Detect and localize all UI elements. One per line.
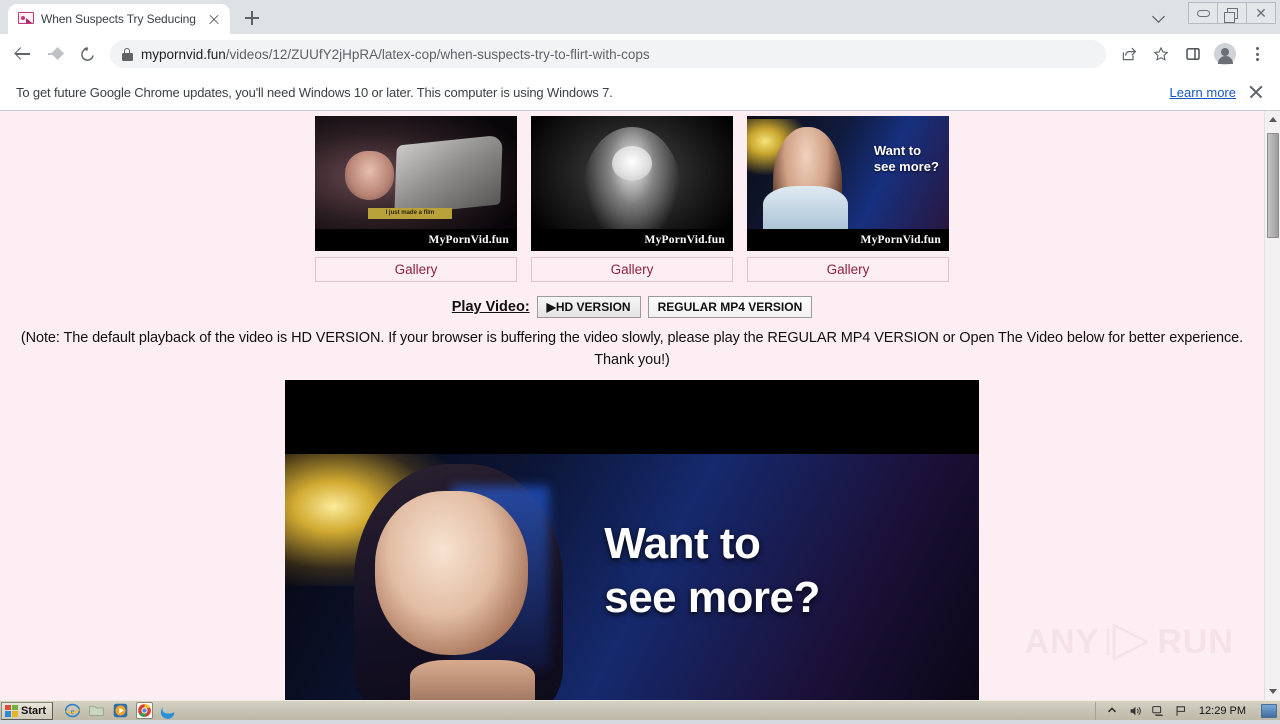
learn-more-link[interactable]: Learn more xyxy=(1170,85,1236,100)
play-triangle-icon xyxy=(1105,622,1151,662)
browser-toolbar: mypornvid.fun/videos/12/ZUUfY2jHpRA/late… xyxy=(0,34,1280,74)
lock-icon xyxy=(122,48,133,61)
page-viewport: I just made a film MyPornVid.fun Gallery… xyxy=(0,111,1280,700)
media-player-icon[interactable] xyxy=(112,702,129,719)
flag-icon[interactable] xyxy=(1174,704,1188,718)
google-chrome-icon[interactable] xyxy=(136,702,153,719)
svg-text:e: e xyxy=(71,706,75,716)
avatar-icon[interactable] xyxy=(1210,39,1240,69)
thumbnail-gallery: I just made a film MyPornVid.fun Gallery… xyxy=(0,111,1264,282)
watermark-text: MyPornVid.fun xyxy=(861,234,941,246)
chevron-up-icon[interactable] xyxy=(1105,704,1119,718)
browser-window: When Suspects Try Seducing Police ( ✕ my… xyxy=(0,0,1280,700)
thumbnail-item: MyPornVid.fun Gallery xyxy=(531,116,733,282)
play-video-row: Play Video: ▶HD VERSION REGULAR MP4 VERS… xyxy=(0,296,1264,318)
overlay-line-1: Want to xyxy=(874,143,921,158)
page-scrollbar[interactable] xyxy=(1264,111,1280,700)
notification-message: To get future Google Chrome updates, you… xyxy=(16,85,1160,100)
hd-version-button[interactable]: ▶HD VERSION xyxy=(537,296,641,318)
windows-logo-icon xyxy=(5,705,18,717)
video-thumb-icon xyxy=(18,11,34,27)
system-tray: 12:29 PM xyxy=(1095,702,1280,720)
scroll-up-arrow-icon[interactable] xyxy=(1265,111,1280,128)
window-controls: ✕ xyxy=(1189,2,1276,24)
address-bar[interactable]: mypornvid.fun/videos/12/ZUUfY2jHpRA/late… xyxy=(110,40,1106,68)
page-content: I just made a film MyPornVid.fun Gallery… xyxy=(0,111,1264,700)
thumbnail-item: Want tosee more? MyPornVid.fun Gallery xyxy=(747,116,949,282)
plus-icon[interactable] xyxy=(238,4,266,32)
speaker-icon[interactable] xyxy=(1128,704,1142,718)
letterbox-bar xyxy=(285,380,979,454)
thumb-watermark-bar: MyPornVid.fun xyxy=(747,229,949,251)
scroll-down-arrow-icon[interactable] xyxy=(1265,683,1280,700)
windows-explorer-icon[interactable] xyxy=(88,702,105,719)
url-text: mypornvid.fun/videos/12/ZUUfY2jHpRA/late… xyxy=(141,47,650,62)
anyrun-watermark: ANY RUN xyxy=(1025,622,1234,662)
player-overlay-line-2: see more? xyxy=(604,573,820,622)
gallery-button[interactable]: Gallery xyxy=(747,257,949,282)
browser-tab[interactable]: When Suspects Try Seducing Police ( xyxy=(8,4,230,34)
restore-icon[interactable] xyxy=(1217,2,1247,24)
url-path: /videos/12/ZUUfY2jHpRA/latex-cop/when-su… xyxy=(226,47,650,62)
thumb-watermark-bar: MyPornVid.fun xyxy=(315,229,517,251)
internet-explorer-icon[interactable]: e xyxy=(64,702,81,719)
start-label: Start xyxy=(21,705,46,717)
overlay-line-2: see more? xyxy=(874,159,939,174)
scrollbar-thumb[interactable] xyxy=(1267,133,1279,238)
thumbnail-image[interactable]: MyPornVid.fun xyxy=(531,116,733,251)
watermark-text: MyPornVid.fun xyxy=(429,234,509,246)
playback-note: (Note: The default playback of the video… xyxy=(12,327,1252,372)
thumbnail-image[interactable]: Want tosee more? MyPornVid.fun xyxy=(747,116,949,251)
minimize-icon[interactable] xyxy=(1188,2,1218,24)
url-domain: mypornvid.fun xyxy=(141,47,226,62)
thumbnail-item: I just made a film MyPornVid.fun Gallery xyxy=(315,116,517,282)
thumb-caption: I just made a film xyxy=(368,208,453,219)
player-overlay-line-1: Want to xyxy=(604,519,760,568)
video-player[interactable]: Want to see more? xyxy=(285,380,979,700)
taskbar-clock[interactable]: 12:29 PM xyxy=(1199,705,1246,717)
regular-mp4-version-button[interactable]: REGULAR MP4 VERSION xyxy=(648,296,813,318)
gallery-button[interactable]: Gallery xyxy=(315,257,517,282)
close-icon[interactable]: ✕ xyxy=(1246,2,1276,24)
tab-strip: When Suspects Try Seducing Police ( ✕ xyxy=(0,0,1280,34)
watermark-right-text: RUN xyxy=(1157,623,1234,662)
quick-launch-bar: e xyxy=(64,702,177,719)
close-icon[interactable] xyxy=(206,11,222,27)
side-panel-icon[interactable] xyxy=(1178,39,1208,69)
windows-taskbar: Start e 12:29 PM xyxy=(0,700,1280,720)
watermark-left-text: ANY xyxy=(1025,623,1100,662)
reload-icon[interactable] xyxy=(72,39,102,69)
play-video-label: Play Video: xyxy=(452,299,530,315)
watermark-text: MyPornVid.fun xyxy=(645,234,725,246)
video-frame: Want to see more? xyxy=(285,454,979,700)
back-arrow-icon[interactable] xyxy=(8,39,38,69)
thumb-watermark-bar: MyPornVid.fun xyxy=(531,229,733,251)
update-notification-bar: To get future Google Chrome updates, you… xyxy=(0,74,1280,111)
start-button[interactable]: Start xyxy=(1,702,53,720)
star-icon[interactable] xyxy=(1146,39,1176,69)
microsoft-edge-icon[interactable] xyxy=(160,702,177,719)
show-desktop-icon[interactable] xyxy=(1261,704,1277,718)
three-dot-menu-icon[interactable] xyxy=(1242,39,1272,69)
forward-arrow-icon xyxy=(40,39,70,69)
chevron-down-icon[interactable] xyxy=(1146,3,1172,29)
close-icon[interactable] xyxy=(1246,82,1266,102)
network-icon[interactable] xyxy=(1151,704,1165,718)
tab-title: When Suspects Try Seducing Police ( xyxy=(41,12,199,26)
toolbar-actions xyxy=(1114,39,1272,69)
gallery-button[interactable]: Gallery xyxy=(531,257,733,282)
share-icon[interactable] xyxy=(1114,39,1144,69)
thumbnail-image[interactable]: I just made a film MyPornVid.fun xyxy=(315,116,517,251)
